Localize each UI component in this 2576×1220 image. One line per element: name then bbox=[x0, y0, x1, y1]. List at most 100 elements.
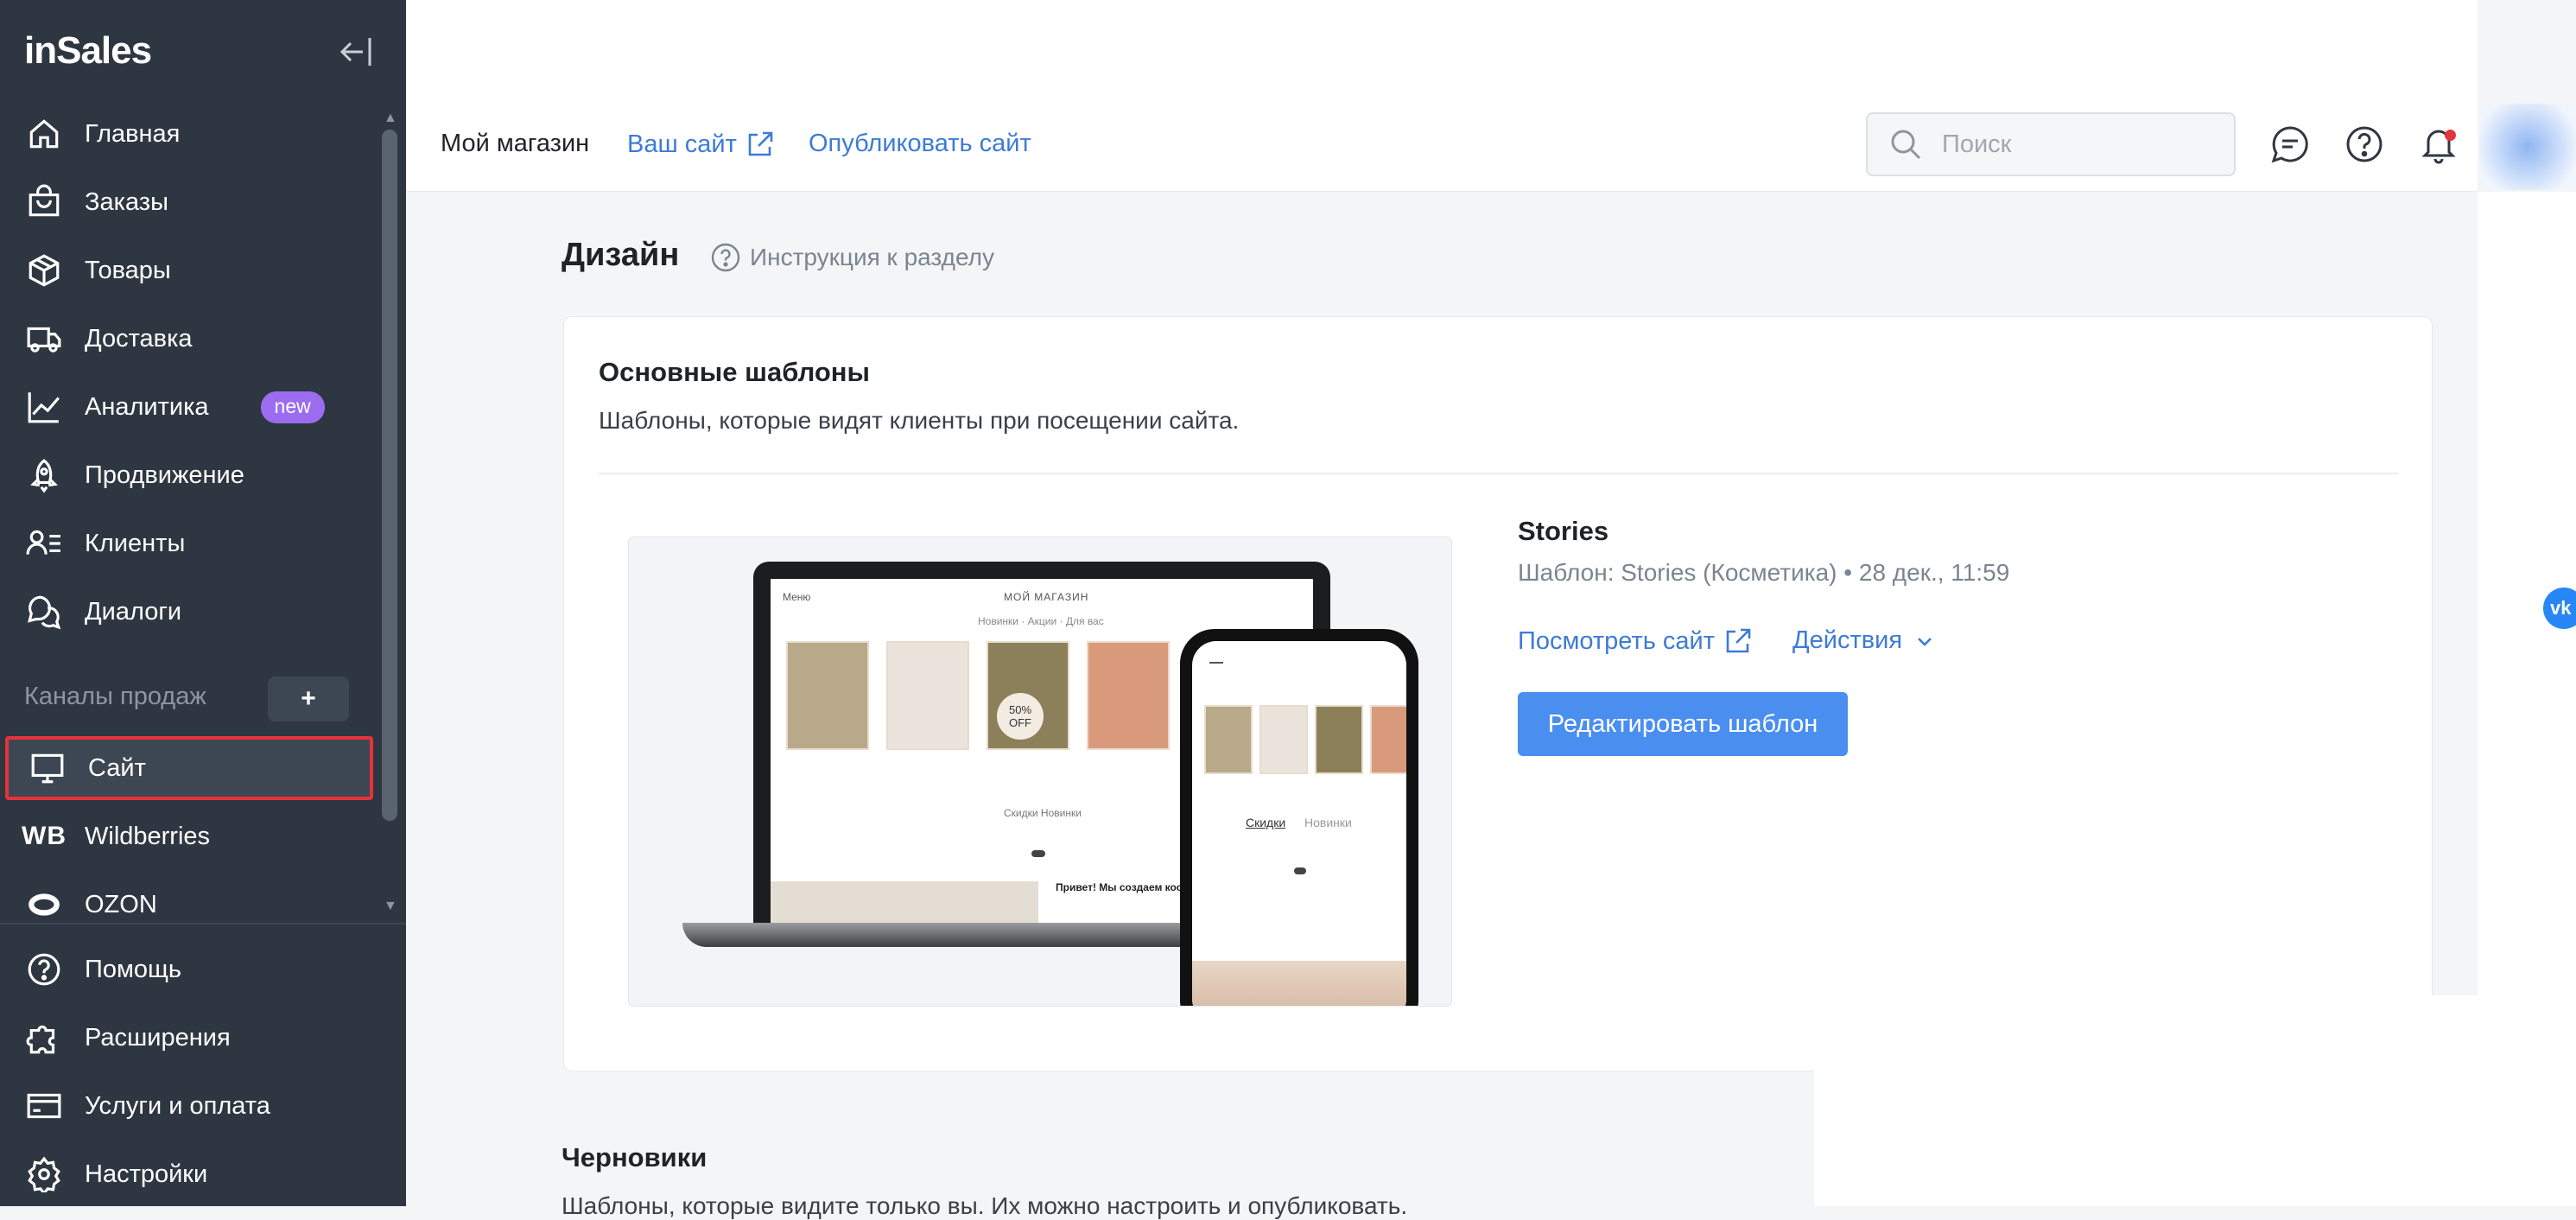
sidebar-item-delivery[interactable]: Доставка bbox=[0, 307, 380, 371]
preview-store-name: МОЙ МАГАЗИН bbox=[1004, 591, 1089, 603]
sidebar-item-label: Продвижение bbox=[85, 461, 244, 489]
sidebar-item-products[interactable]: Товары bbox=[0, 238, 380, 302]
home-icon bbox=[24, 114, 64, 154]
store-name[interactable]: Мой магазин bbox=[441, 130, 589, 158]
drafts-title: Черновики bbox=[562, 1142, 707, 1172]
sidebar-item-label: Аналитика bbox=[85, 392, 209, 421]
notification-dot bbox=[2445, 130, 2456, 141]
phone-tile bbox=[1315, 705, 1363, 774]
phone-tab-new: Новинки bbox=[1304, 816, 1352, 829]
sidebar-item-analytics[interactable]: Аналитика new bbox=[0, 375, 380, 439]
preview-banner-image bbox=[771, 881, 1038, 923]
gear-icon bbox=[24, 1154, 64, 1194]
sales-channels-label: Каналы продаж bbox=[24, 683, 206, 710]
sidebar-item-billing[interactable]: Услуги и оплата bbox=[0, 1074, 380, 1138]
phone-dots bbox=[1294, 867, 1306, 874]
view-site-link[interactable]: Посмотреть сайт bbox=[1518, 626, 1753, 656]
sidebar-item-label: Помощь bbox=[85, 955, 182, 983]
search-box[interactable] bbox=[1866, 112, 2236, 176]
truck-icon bbox=[24, 319, 64, 359]
sidebar-item-settings[interactable]: Настройки bbox=[0, 1142, 380, 1206]
drafts-description: Шаблоны, которые видите только вы. Их мо… bbox=[562, 1192, 1408, 1219]
edit-template-button[interactable]: Редактировать шаблон bbox=[1518, 692, 1848, 756]
rocket-icon bbox=[24, 455, 64, 495]
sidebar-scrollbar[interactable] bbox=[382, 130, 397, 821]
phone-banner-image bbox=[1192, 961, 1406, 1006]
sidebar-item-promotion[interactable]: Продвижение bbox=[0, 443, 380, 507]
sidebar-item-label: Диалоги bbox=[85, 597, 182, 626]
preview-tile bbox=[886, 641, 969, 750]
sidebar-item-help[interactable]: Помощь bbox=[0, 937, 380, 1001]
chevron-down-icon bbox=[1918, 637, 1932, 646]
chat-icon[interactable] bbox=[2270, 124, 2310, 164]
section-guide-label: Инструкция к разделу bbox=[750, 244, 994, 270]
logo[interactable]: inSales bbox=[24, 29, 152, 73]
actions-label: Действия bbox=[1792, 626, 1903, 654]
preview-promo: 50% OFF bbox=[997, 693, 1044, 740]
monitor-icon bbox=[28, 748, 67, 788]
sidebar-item-label: Главная bbox=[85, 119, 181, 148]
actions-dropdown[interactable]: Действия bbox=[1792, 626, 1935, 655]
card-divider bbox=[599, 473, 2399, 474]
sidebar-item-home[interactable]: Главная bbox=[0, 102, 380, 166]
sidebar-item-orders[interactable]: Заказы bbox=[0, 170, 380, 234]
puzzle-icon bbox=[24, 1018, 64, 1058]
your-site-label: Ваш сайт bbox=[627, 130, 737, 158]
sidebar-divider bbox=[0, 923, 406, 925]
sidebar-item-label: Клиенты bbox=[85, 529, 186, 557]
scroll-down-icon[interactable]: ▼ bbox=[384, 899, 397, 914]
preview-nav: Новинки · Акции · Для вас bbox=[978, 615, 1104, 627]
sidebar-item-site[interactable]: Сайт bbox=[5, 736, 373, 800]
preview-tile bbox=[786, 641, 869, 750]
search-icon bbox=[1891, 130, 1921, 160]
sidebar-item-ozon[interactable]: OZON bbox=[0, 873, 380, 937]
topbar: Мой магазин Ваш сайт Опубликовать сайт bbox=[406, 0, 2478, 192]
help-icon[interactable] bbox=[2344, 124, 2384, 164]
sidebar-item-dialogs[interactable]: Диалоги bbox=[0, 580, 380, 644]
sidebar-item-wildberries[interactable]: WB Wildberries bbox=[0, 804, 380, 868]
sidebar-item-label: Сайт bbox=[88, 753, 146, 782]
external-link-icon bbox=[1726, 628, 1751, 653]
phone-mockup: Скидки Новинки bbox=[1180, 629, 1418, 1006]
your-site-link[interactable]: Ваш сайт bbox=[627, 130, 775, 159]
chat-bubbles-icon bbox=[24, 592, 64, 632]
sidebar-item-label: Услуги и оплата bbox=[85, 1091, 270, 1120]
wildberries-logo-icon: WB bbox=[22, 822, 67, 850]
scroll-up-icon[interactable]: ▲ bbox=[384, 111, 397, 126]
sidebar-item-clients[interactable]: Клиенты bbox=[0, 512, 380, 575]
shopping-bag-icon bbox=[24, 182, 64, 222]
card-title: Основные шаблоны bbox=[599, 357, 870, 387]
new-badge: new bbox=[260, 391, 325, 423]
sidebar-item-label: Настройки bbox=[85, 1160, 208, 1188]
phone-menu-icon bbox=[1209, 662, 1223, 664]
clients-list-icon bbox=[24, 524, 64, 563]
publish-site-link[interactable]: Опубликовать сайт bbox=[809, 130, 1031, 158]
preview-tabs: Скидки Новинки bbox=[1004, 807, 1082, 819]
search-input[interactable] bbox=[1940, 129, 2199, 160]
main-templates-card: Основные шаблоны Шаблоны, которые видят … bbox=[563, 316, 2433, 1071]
sidebar-item-label: Заказы bbox=[85, 187, 168, 216]
avatar[interactable] bbox=[2479, 104, 2576, 190]
page-title: Дизайн bbox=[562, 237, 680, 273]
ozon-ring-icon bbox=[24, 885, 64, 925]
chart-icon bbox=[24, 387, 64, 427]
external-link-icon bbox=[748, 131, 773, 156]
add-channel-button[interactable]: + bbox=[268, 677, 349, 721]
view-site-label: Посмотреть сайт bbox=[1518, 626, 1716, 655]
card-icon bbox=[24, 1086, 64, 1126]
preview-tile: 50% OFF bbox=[987, 641, 1069, 750]
template-preview[interactable]: Меню МОЙ МАГАЗИН Новинки · Акции · Для в… bbox=[628, 537, 1452, 1007]
box-icon bbox=[24, 251, 64, 290]
phone-screen-content: Скидки Новинки bbox=[1192, 641, 1406, 1006]
section-guide-link[interactable]: Инструкция к разделу bbox=[710, 242, 994, 273]
help-circle-icon bbox=[24, 950, 64, 989]
card-description: Шаблоны, которые видят клиенты при посещ… bbox=[599, 407, 1240, 434]
phone-tile bbox=[1204, 705, 1253, 774]
preview-menu: Меню bbox=[783, 591, 811, 603]
phone-tile bbox=[1259, 705, 1308, 774]
sidebar-item-label: Расширения bbox=[85, 1023, 231, 1052]
sidebar-item-extensions[interactable]: Расширения bbox=[0, 1006, 380, 1070]
collapse-sidebar-icon[interactable] bbox=[335, 33, 378, 71]
sidebar-item-label: Доставка bbox=[85, 324, 193, 353]
phone-tile bbox=[1370, 705, 1406, 774]
